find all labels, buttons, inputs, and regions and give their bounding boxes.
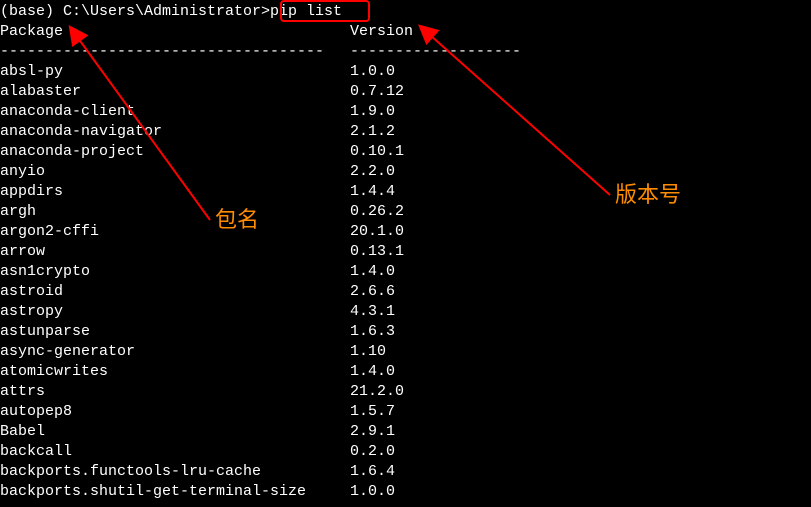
table-row: astropy4.3.1 [0, 302, 811, 322]
package-version-cell: 20.1.0 [350, 222, 404, 242]
package-version-cell: 0.26.2 [350, 202, 404, 222]
table-row: anaconda-project0.10.1 [0, 142, 811, 162]
divider-row: ------------------------------------ ---… [0, 42, 811, 62]
table-row: backports.functools-lru-cache1.6.4 [0, 462, 811, 482]
package-name-cell: alabaster [0, 82, 350, 102]
package-list: absl-py1.0.0alabaster0.7.12anaconda-clie… [0, 62, 811, 502]
package-name-cell: backports.shutil-get-terminal-size [0, 482, 350, 502]
divider-version: ------------------- [350, 42, 521, 62]
package-name-cell: absl-py [0, 62, 350, 82]
table-row: anaconda-client1.9.0 [0, 102, 811, 122]
package-name-cell: appdirs [0, 182, 350, 202]
table-row: backports.shutil-get-terminal-size1.0.0 [0, 482, 811, 502]
package-name-cell: atomicwrites [0, 362, 350, 382]
package-version-cell: 1.6.4 [350, 462, 395, 482]
header-package: Package [0, 22, 350, 42]
table-row: alabaster0.7.12 [0, 82, 811, 102]
package-version-cell: 0.13.1 [350, 242, 404, 262]
package-version-cell: 0.7.12 [350, 82, 404, 102]
package-version-cell: 1.0.0 [350, 62, 395, 82]
package-version-cell: 1.6.3 [350, 322, 395, 342]
table-row: astroid2.6.6 [0, 282, 811, 302]
package-version-cell: 0.2.0 [350, 442, 395, 462]
table-row: async-generator1.10 [0, 342, 811, 362]
prompt-line: (base) C:\Users\Administrator>pip list [0, 2, 811, 22]
package-name-cell: async-generator [0, 342, 350, 362]
package-version-cell: 1.10 [350, 342, 386, 362]
package-name-cell: backports.functools-lru-cache [0, 462, 350, 482]
package-name-cell: argon2-cffi [0, 222, 350, 242]
table-row: astunparse1.6.3 [0, 322, 811, 342]
package-version-cell: 1.4.0 [350, 362, 395, 382]
package-name-cell: backcall [0, 442, 350, 462]
table-row: asn1crypto1.4.0 [0, 262, 811, 282]
table-row: arrow0.13.1 [0, 242, 811, 262]
table-row: Babel2.9.1 [0, 422, 811, 442]
table-row: argh0.26.2 [0, 202, 811, 222]
prompt-command: pip list [270, 3, 342, 20]
package-name-cell: Babel [0, 422, 350, 442]
package-name-cell: attrs [0, 382, 350, 402]
table-row: attrs21.2.0 [0, 382, 811, 402]
package-name-cell: autopep8 [0, 402, 350, 422]
package-version-cell: 2.6.6 [350, 282, 395, 302]
header-version: Version [350, 22, 413, 42]
header-row: Package Version [0, 22, 811, 42]
package-version-cell: 1.0.0 [350, 482, 395, 502]
package-version-cell: 1.9.0 [350, 102, 395, 122]
package-version-cell: 4.3.1 [350, 302, 395, 322]
package-name-cell: astroid [0, 282, 350, 302]
package-version-cell: 2.2.0 [350, 162, 395, 182]
package-version-cell: 2.1.2 [350, 122, 395, 142]
package-name-cell: astropy [0, 302, 350, 322]
table-row: anaconda-navigator2.1.2 [0, 122, 811, 142]
divider-package: ------------------------------------ [0, 42, 350, 62]
table-row: atomicwrites1.4.0 [0, 362, 811, 382]
package-version-cell: 1.4.0 [350, 262, 395, 282]
package-version-cell: 21.2.0 [350, 382, 404, 402]
package-version-cell: 1.4.4 [350, 182, 395, 202]
table-row: autopep81.5.7 [0, 402, 811, 422]
package-version-cell: 2.9.1 [350, 422, 395, 442]
package-name-cell: astunparse [0, 322, 350, 342]
terminal-output: (base) C:\Users\Administrator>pip list P… [0, 0, 811, 504]
table-row: backcall0.2.0 [0, 442, 811, 462]
table-row: anyio2.2.0 [0, 162, 811, 182]
table-row: appdirs1.4.4 [0, 182, 811, 202]
package-name-cell: anaconda-project [0, 142, 350, 162]
table-row: absl-py1.0.0 [0, 62, 811, 82]
package-name-cell: asn1crypto [0, 262, 350, 282]
package-name-cell: anaconda-navigator [0, 122, 350, 142]
package-name-cell: argh [0, 202, 350, 222]
package-name-cell: anyio [0, 162, 350, 182]
package-name-cell: anaconda-client [0, 102, 350, 122]
package-name-cell: arrow [0, 242, 350, 262]
table-row: argon2-cffi20.1.0 [0, 222, 811, 242]
package-version-cell: 0.10.1 [350, 142, 404, 162]
prompt-prefix: (base) C:\Users\Administrator> [0, 3, 270, 20]
package-version-cell: 1.5.7 [350, 402, 395, 422]
